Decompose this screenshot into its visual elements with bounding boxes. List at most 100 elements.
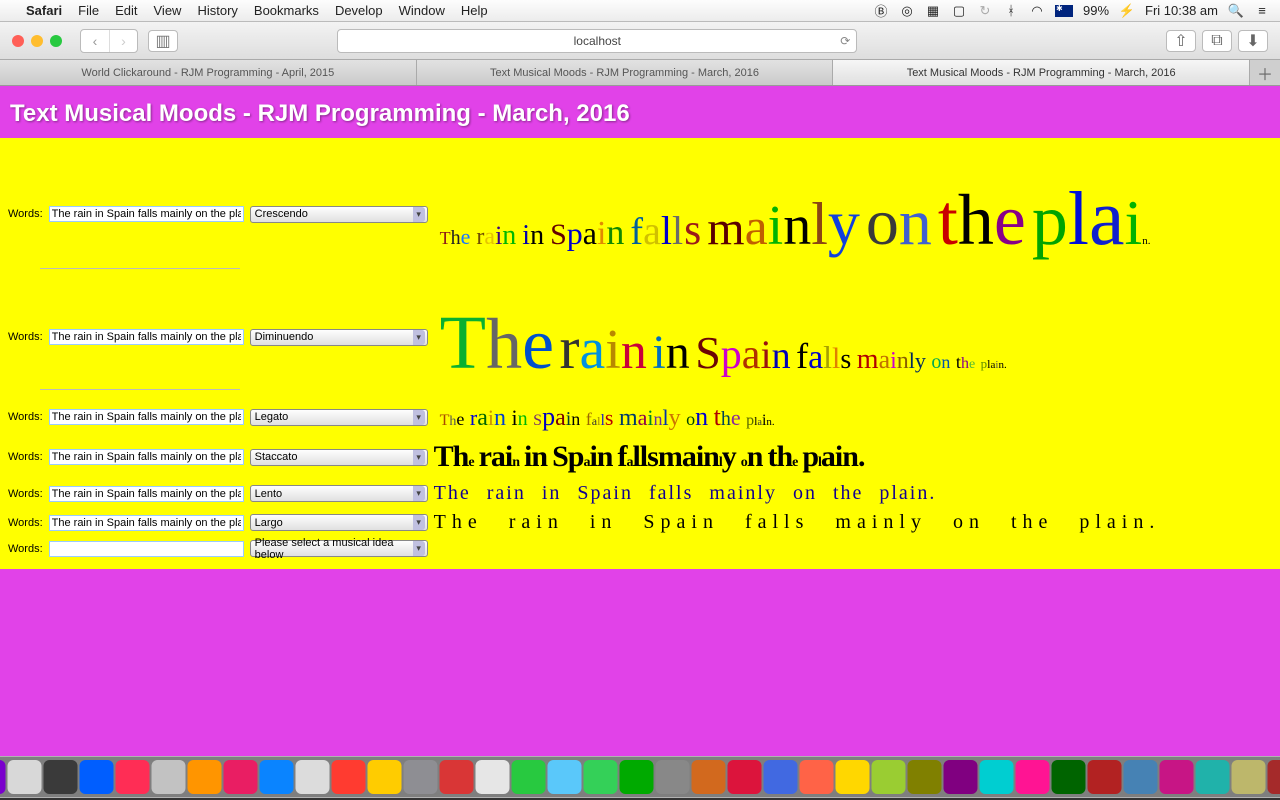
dock-app-icon[interactable] — [584, 760, 618, 794]
glyph: . — [1148, 236, 1151, 247]
menu-view[interactable]: View — [154, 3, 182, 18]
back-button[interactable]: ‹ — [81, 30, 109, 52]
glyph: a — [808, 341, 823, 375]
mode-select[interactable]: Staccato — [250, 449, 428, 466]
dock-app-icon[interactable] — [908, 760, 942, 794]
dock-app-icon[interactable] — [404, 760, 438, 794]
dock-app-icon[interactable] — [476, 760, 510, 794]
notification-center-icon[interactable]: ≡ — [1254, 3, 1270, 19]
menu-help[interactable]: Help — [461, 3, 488, 18]
battery-percent[interactable]: 99% — [1083, 3, 1109, 18]
dock-app-icon[interactable] — [764, 760, 798, 794]
dock-app-icon[interactable] — [296, 760, 330, 794]
share-button[interactable]: ⇧ — [1166, 30, 1196, 52]
dock-app-icon[interactable] — [44, 760, 78, 794]
clock[interactable]: Fri 10:38 am — [1145, 3, 1218, 18]
dock-app-icon[interactable] — [368, 760, 402, 794]
word: mainly — [709, 482, 777, 504]
dock-app-icon[interactable] — [260, 760, 294, 794]
words-input[interactable] — [49, 449, 244, 465]
dock-app-icon[interactable] — [1088, 760, 1122, 794]
zoom-button[interactable] — [50, 35, 62, 47]
dock-app-icon[interactable] — [224, 760, 258, 794]
mode-select[interactable]: Largo — [250, 514, 428, 531]
tab-0[interactable]: World Clickaround - RJM Programming - Ap… — [0, 60, 417, 85]
words-input[interactable] — [49, 409, 244, 425]
mode-select[interactable]: Diminuendo — [250, 329, 428, 346]
dock-app-icon[interactable] — [8, 760, 42, 794]
dock-app-icon[interactable] — [116, 760, 150, 794]
dock-app-icon[interactable] — [1016, 760, 1050, 794]
mode-select[interactable]: Lento — [250, 485, 428, 502]
battery-icon[interactable]: ⚡ — [1119, 3, 1135, 19]
dock-app-icon[interactable] — [188, 760, 222, 794]
dock-app-icon[interactable] — [944, 760, 978, 794]
mode-select[interactable]: Please select a musical idea below — [250, 540, 428, 557]
words-input[interactable] — [49, 515, 244, 531]
select-value: Staccato — [255, 451, 298, 463]
dock-app-icon[interactable] — [1196, 760, 1230, 794]
words-input[interactable] — [49, 541, 244, 557]
airplay-icon[interactable]: ▢ — [951, 3, 967, 19]
menuextra-icon[interactable]: Ⓑ — [873, 3, 889, 19]
dock-app-icon[interactable] — [1160, 760, 1194, 794]
new-tab-button[interactable]: ＋ — [1250, 60, 1280, 85]
glyph: n — [941, 353, 950, 371]
dock-app-icon[interactable] — [1052, 760, 1086, 794]
dock-app-icon[interactable] — [692, 760, 726, 794]
app-name[interactable]: Safari — [26, 3, 62, 18]
glyph: m — [707, 205, 744, 253]
timemachine-icon[interactable]: ↻ — [977, 3, 993, 19]
dock-app-icon[interactable] — [0, 760, 6, 794]
menu-develop[interactable]: Develop — [335, 3, 383, 18]
dock-app-icon[interactable] — [80, 760, 114, 794]
words-input[interactable] — [49, 486, 244, 502]
menu-window[interactable]: Window — [399, 3, 445, 18]
dock-app-icon[interactable] — [512, 760, 546, 794]
row-diminuendo: Words: Diminuendo The rain in Spain fall… — [4, 297, 1276, 377]
dock-app-icon[interactable] — [656, 760, 690, 794]
sidebar-button[interactable]: ▥ — [148, 30, 178, 52]
spotlight-icon[interactable]: 🔍 — [1228, 3, 1244, 19]
dock-app-icon[interactable] — [872, 760, 906, 794]
dock-app-icon[interactable] — [548, 760, 582, 794]
mode-select[interactable]: Crescendo — [250, 206, 428, 223]
select-value: Crescendo — [255, 208, 308, 220]
mode-select[interactable]: Legato — [250, 409, 428, 426]
dock-app-icon[interactable] — [1268, 760, 1280, 794]
word: the — [833, 482, 863, 504]
address-bar[interactable]: localhost ⟳ — [337, 29, 857, 53]
dock-app-icon[interactable] — [800, 760, 834, 794]
wifi-icon[interactable]: ◠ — [1029, 3, 1045, 19]
minimize-button[interactable] — [31, 35, 43, 47]
menu-bookmarks[interactable]: Bookmarks — [254, 3, 319, 18]
tab-2[interactable]: Text Musical Moods - RJM Programming - M… — [833, 60, 1250, 85]
tabs-button[interactable]: ⧉ — [1202, 30, 1232, 52]
dock-app-icon[interactable] — [836, 760, 870, 794]
dock-app-icon[interactable] — [620, 760, 654, 794]
dock-app-icon[interactable] — [152, 760, 186, 794]
words-input[interactable] — [49, 206, 244, 222]
close-button[interactable] — [12, 35, 24, 47]
menu-history[interactable]: History — [197, 3, 237, 18]
forward-button[interactable]: › — [109, 30, 137, 52]
dock-app-icon[interactable] — [728, 760, 762, 794]
menuextra-icon[interactable]: ▦ — [925, 3, 941, 19]
menuextra-icon[interactable]: ◎ — [899, 3, 915, 19]
dock-app-icon[interactable] — [1232, 760, 1266, 794]
glyph: h — [721, 409, 731, 429]
words-input[interactable] — [49, 329, 244, 345]
menu-edit[interactable]: Edit — [115, 3, 137, 18]
input-source-flag-icon[interactable] — [1055, 5, 1073, 17]
dock-app-icon[interactable] — [1124, 760, 1158, 794]
dock-app-icon[interactable] — [440, 760, 474, 794]
tab-1[interactable]: Text Musical Moods - RJM Programming - M… — [417, 60, 834, 85]
menu-file[interactable]: File — [78, 3, 99, 18]
glyph: T — [440, 229, 451, 247]
downloads-button[interactable]: ⬇ — [1238, 30, 1268, 52]
row-staccato: Words: Staccato TheraininSpainfallsmainl… — [4, 438, 1276, 476]
bluetooth-icon[interactable]: ᚼ — [1003, 3, 1019, 19]
dock-app-icon[interactable] — [332, 760, 366, 794]
dock-app-icon[interactable] — [980, 760, 1014, 794]
reload-icon[interactable]: ⟳ — [840, 34, 850, 48]
